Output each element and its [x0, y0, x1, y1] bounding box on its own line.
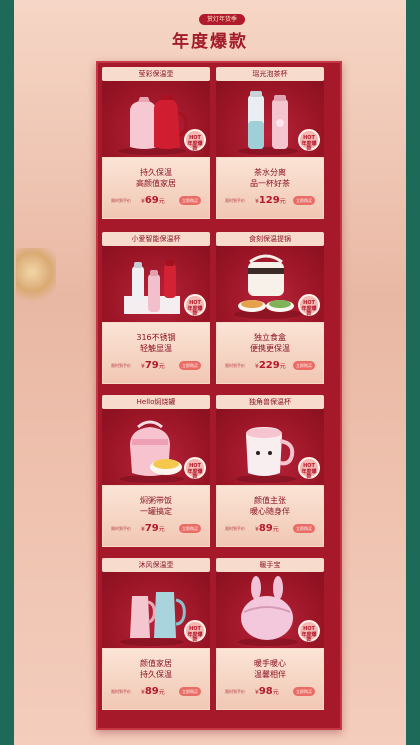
price: ¥229元 — [255, 360, 286, 371]
hot-badge: HOT 年度爆款 — [184, 129, 206, 152]
product-panel: 莹彩保温壶 HOT 年度爆款 持久保温 高颜值家居 限时到手价 ¥69元 立即购… — [96, 61, 342, 730]
page-title: 年度爆款 — [172, 32, 248, 52]
event-pill: 赏灯年货季 — [199, 14, 245, 25]
feature-line: 颜值家居 — [140, 659, 172, 668]
product-image[interactable]: HOT 年度爆款 — [102, 409, 210, 485]
product-image[interactable]: HOT 年度爆款 — [102, 81, 210, 157]
product-info: 茶水分离品一杯好茶 限时到手价 ¥129元 立即购买 — [216, 157, 324, 219]
product-info: 独立食盒便携更保温 限时到手价 ¥229元 立即购买 — [216, 322, 324, 384]
feature-line: 独立食盒 — [254, 333, 286, 342]
price: ¥79元 — [141, 523, 165, 534]
product-info: 暖手暖心温馨相伴 限时到手价 ¥98元 立即购买 — [216, 648, 324, 710]
price-label: 限时到手价 — [111, 198, 131, 203]
product-image[interactable]: HOT 年度爆款 — [102, 246, 210, 322]
product-card[interactable]: 莹彩保温壶 HOT 年度爆款 持久保温 高颜值家居 限时到手价 ¥69元 立即购… — [102, 67, 210, 219]
feature-line: 一罐搞定 — [140, 507, 172, 516]
feature-line: 颜值主张 — [254, 496, 286, 505]
price: ¥79元 — [141, 360, 165, 371]
product-card[interactable]: 食刻保温提锅 HOT 年度爆款 独立食盒 便携更保温 限时到手价 ¥229元 立… — [216, 232, 324, 384]
feature-line: 316不锈钢 — [136, 333, 176, 342]
buy-button[interactable]: 立即购买 — [293, 361, 315, 370]
hot-badge: HOT 年度爆款 — [184, 457, 206, 480]
price-label: 限时到手价 — [111, 689, 131, 694]
feature-line: 持久保温 — [140, 168, 172, 177]
buy-button[interactable]: 立即购买 — [293, 196, 315, 205]
product-card[interactable]: 小爱智能保温杯 HOT 年度爆款 316不锈钢 轻触显温 限时到手价 ¥79元 … — [102, 232, 210, 384]
price: ¥89元 — [141, 686, 165, 697]
feature-line: 茶水分离 — [254, 168, 286, 177]
feature-line: 持久保温 — [140, 670, 172, 679]
feature-line: 高颜值家居 — [136, 179, 176, 188]
product-card[interactable]: Hello焖烧罐 HOT 年度爆款 焖粥带饭 一罐搞定 限时到手价 ¥79元 立… — [102, 395, 210, 547]
price: ¥129元 — [255, 195, 286, 206]
price-label: 限时到手价 — [111, 363, 131, 368]
product-image[interactable]: HOT 年度爆款 — [216, 572, 324, 648]
product-image[interactable]: HOT 年度爆款 — [216, 246, 324, 322]
feature-line: 便携更保温 — [250, 344, 290, 353]
feature-line: 轻触显温 — [140, 344, 172, 353]
product-info: 颜值家居持久保温 限时到手价 ¥89元 立即购买 — [102, 648, 210, 710]
product-name: 独角兽保温杯 — [216, 395, 324, 409]
price-label: 限时到手价 — [225, 526, 245, 531]
product-image[interactable]: HOT 年度爆款 — [216, 81, 324, 157]
product-name: 莹彩保温壶 — [102, 67, 210, 81]
feature-line: 品一杯好茶 — [250, 179, 290, 188]
product-name: 暖手宝 — [216, 558, 324, 572]
product-image[interactable]: HOT 年度爆款 — [216, 409, 324, 485]
hot-badge: HOT 年度爆款 — [184, 620, 206, 643]
product-name: 小爱智能保温杯 — [102, 232, 210, 246]
product-info: 持久保温高颜值家居 限时到手价 ¥69元 立即购买 — [102, 157, 210, 219]
hot-badge: HOT 年度爆款 — [298, 294, 320, 317]
price-label: 限时到手价 — [225, 198, 245, 203]
price-label: 限时到手价 — [225, 363, 245, 368]
price-label: 限时到手价 — [225, 689, 245, 694]
product-image[interactable]: HOT 年度爆款 — [102, 572, 210, 648]
feature-line: 暖心随身伴 — [250, 507, 290, 516]
buy-button[interactable]: 立即购买 — [179, 196, 201, 205]
product-info: 316不锈钢 轻触显温 限时到手价 ¥79元 立即购买 — [102, 322, 210, 384]
hot-badge: HOT 年度爆款 — [298, 129, 320, 152]
hot-badge: HOT 年度爆款 — [184, 294, 206, 317]
product-name: Hello焖烧罐 — [102, 395, 210, 409]
product-card[interactable]: 独角兽保温杯 HOT 年度爆款 颜值主张 暖心随身伴 限时到手价 ¥89元 立即… — [216, 395, 324, 547]
price: ¥89元 — [255, 523, 279, 534]
buy-button[interactable]: 立即购买 — [293, 687, 315, 696]
price: ¥98元 — [255, 686, 279, 697]
gift-ribbon-decoration — [16, 248, 56, 308]
buy-button[interactable]: 立即购买 — [179, 524, 201, 533]
product-info: 颜值主张暖心随身伴 限时到手价 ¥89元 立即购买 — [216, 485, 324, 547]
hot-badge: HOT 年度爆款 — [298, 620, 320, 643]
product-card[interactable]: 瑶光泡茶杯 HOT 年度爆款 茶水分离 品一杯好茶 限时到手价 ¥129元 立即… — [216, 67, 324, 219]
buy-button[interactable]: 立即购买 — [179, 687, 201, 696]
product-info: 焖粥带饭一罐搞定 限时到手价 ¥79元 立即购买 — [102, 485, 210, 547]
price-label: 限时到手价 — [111, 526, 131, 531]
product-card[interactable]: 暖手宝 HOT 年度爆款 暖手暖心 温馨相伴 限时到手价 ¥98元 立即购买 — [216, 558, 324, 710]
product-name: 瑶光泡茶杯 — [216, 67, 324, 81]
product-name: 沐风保温壶 — [102, 558, 210, 572]
buy-button[interactable]: 立即购买 — [179, 361, 201, 370]
hot-badge: HOT 年度爆款 — [298, 457, 320, 480]
price: ¥69元 — [141, 195, 165, 206]
page: 赏灯年货季 年度爆款 莹彩保温壶 HOT 年度爆款 持久保温 高颜值家居 限时到… — [14, 0, 406, 745]
buy-button[interactable]: 立即购买 — [293, 524, 315, 533]
product-name: 食刻保温提锅 — [216, 232, 324, 246]
feature-line: 暖手暖心 — [254, 659, 286, 668]
feature-line: 温馨相伴 — [254, 670, 286, 679]
product-card[interactable]: 沐风保温壶 HOT 年度爆款 颜值家居 持久保温 限时到手价 ¥89元 立即购买 — [102, 558, 210, 710]
feature-line: 焖粥带饭 — [140, 496, 172, 505]
